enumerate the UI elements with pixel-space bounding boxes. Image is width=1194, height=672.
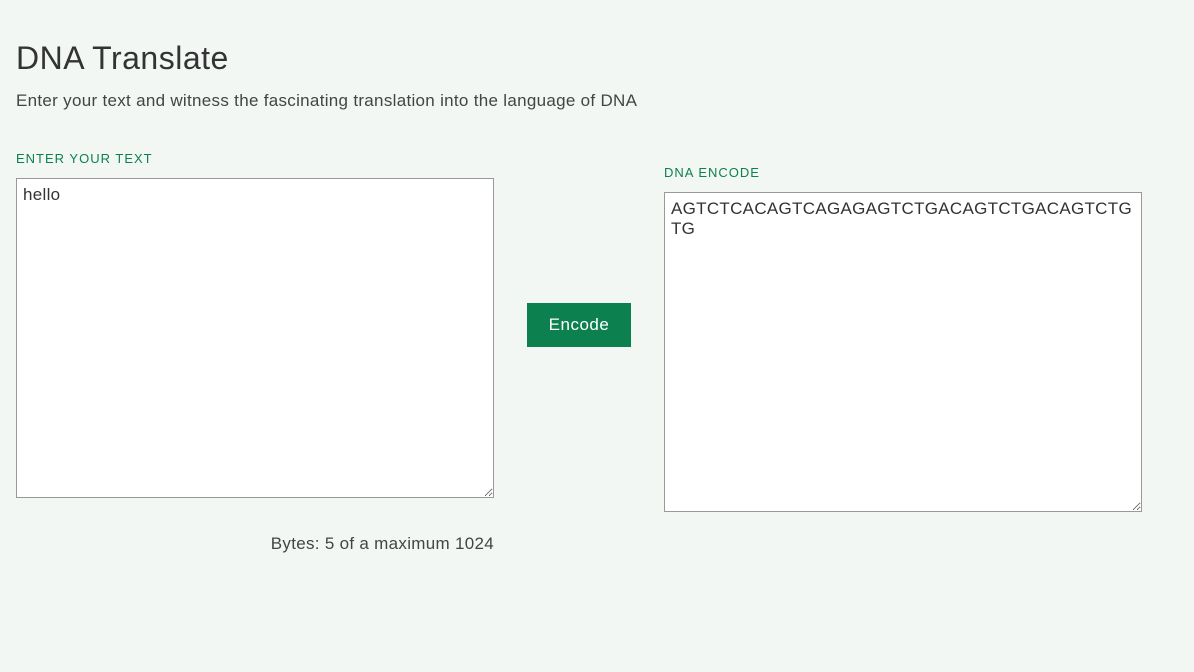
text-input[interactable] bbox=[16, 178, 494, 498]
page-subtitle: Enter your text and witness the fascinat… bbox=[16, 91, 1178, 111]
page-container: DNA Translate Enter your text and witnes… bbox=[0, 0, 1194, 570]
main-area: ENTER YOUR TEXT Bytes: 5 of a maximum 10… bbox=[16, 151, 1178, 554]
output-label: DNA ENCODE bbox=[664, 165, 1142, 180]
output-column: DNA ENCODE bbox=[664, 165, 1142, 512]
encode-button[interactable]: Encode bbox=[527, 303, 632, 347]
action-column: Encode bbox=[524, 151, 634, 499]
bytes-status: Bytes: 5 of a maximum 1024 bbox=[16, 534, 494, 554]
input-column: ENTER YOUR TEXT Bytes: 5 of a maximum 10… bbox=[16, 151, 494, 554]
page-title: DNA Translate bbox=[16, 40, 1178, 77]
dna-output[interactable] bbox=[664, 192, 1142, 512]
input-label: ENTER YOUR TEXT bbox=[16, 151, 494, 166]
